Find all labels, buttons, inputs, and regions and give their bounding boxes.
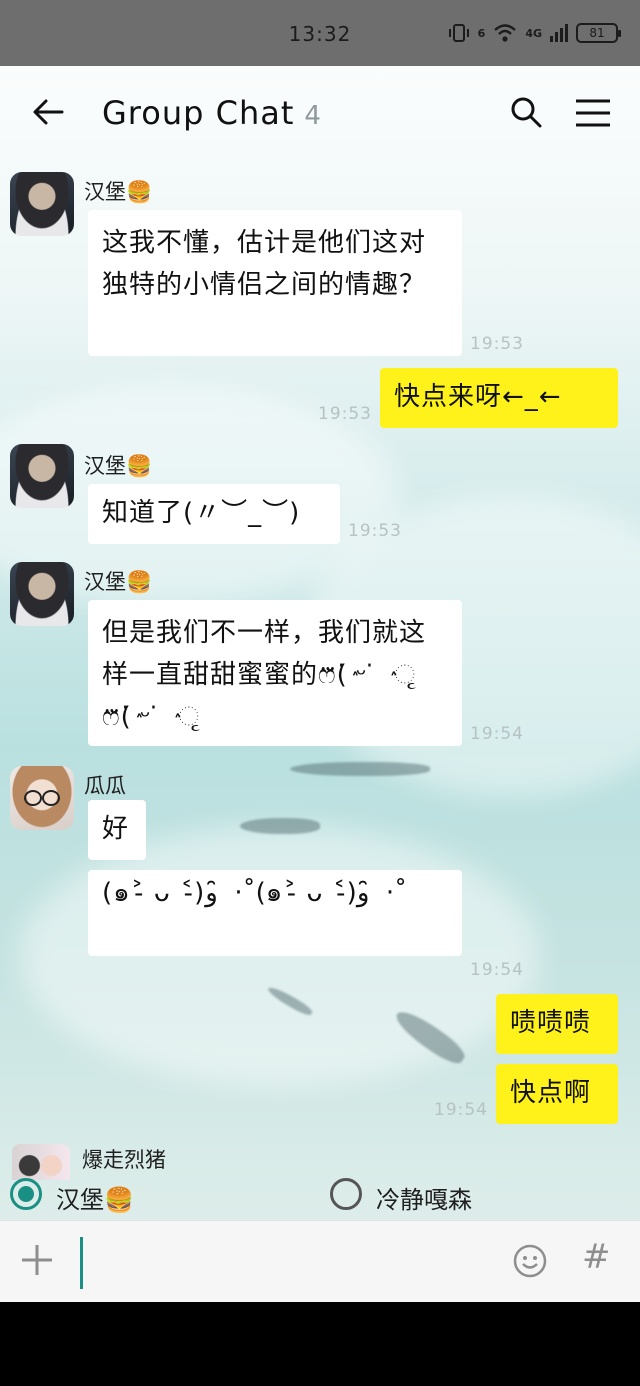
- menu-icon[interactable]: [574, 98, 612, 128]
- chat-header: Group Chat 4: [0, 66, 640, 162]
- message-time: 19:54: [470, 724, 524, 744]
- sender-name: 瓜瓜: [84, 774, 126, 798]
- radio-option-hanbao[interactable]: [10, 1178, 42, 1210]
- back-arrow-icon[interactable]: [30, 94, 66, 130]
- member-count: 4: [304, 101, 322, 131]
- emoji-icon[interactable]: [512, 1243, 548, 1279]
- radio-label[interactable]: 冷静嘎森: [376, 1180, 472, 1215]
- message-time: 19:53: [318, 404, 372, 424]
- typing-name: 爆走烈猪: [82, 1148, 166, 1172]
- network-label: 4G: [525, 26, 542, 40]
- radio-option-lengjing[interactable]: [330, 1178, 362, 1210]
- radio-label[interactable]: 汉堡🍔: [56, 1180, 134, 1215]
- message-bubble[interactable]: 快点来呀←_←: [380, 368, 618, 428]
- message-bubble[interactable]: 快点啊: [496, 1064, 618, 1124]
- message-bubble[interactable]: 啧啧啧: [496, 994, 618, 1054]
- sender-name: 汉堡🍔: [84, 570, 153, 594]
- status-bar: 13:32 6 4G 81: [0, 0, 640, 66]
- avatar[interactable]: [10, 562, 74, 626]
- system-navigation-area: [0, 1302, 640, 1386]
- background-wave: [20, 826, 540, 1086]
- hashtag-button[interactable]: #: [582, 1237, 611, 1277]
- background-fish: [240, 818, 320, 834]
- status-icons: 6 4G 81: [448, 22, 621, 44]
- avatar[interactable]: [10, 766, 74, 830]
- signal-icon: [550, 24, 568, 42]
- text-cursor: [80, 1237, 83, 1289]
- plus-icon[interactable]: [20, 1243, 54, 1277]
- group-name: Group Chat: [102, 94, 295, 132]
- sender-name: 汉堡🍔: [84, 454, 153, 478]
- message-time: 19:53: [470, 334, 524, 354]
- glasses-icon: [24, 790, 60, 806]
- message-bubble[interactable]: 这我不懂，估计是他们这对独特的小情侣之间的情趣？: [88, 210, 462, 356]
- vibrate-icon: [448, 24, 469, 42]
- sender-name: 汉堡🍔: [84, 180, 153, 204]
- background-fish: [290, 762, 430, 776]
- wifi-icon: [494, 24, 517, 42]
- message-input-bar: #: [0, 1220, 640, 1302]
- avatar[interactable]: [10, 444, 74, 508]
- chat-screen: Group Chat 4 汉堡🍔 这我不懂，估计是他们这对独特的小情侣之间的情趣？…: [0, 66, 640, 1302]
- battery-icon: 81: [576, 23, 621, 43]
- message-time: 19:54: [434, 1100, 488, 1120]
- message-bubble[interactable]: 好: [88, 800, 146, 860]
- message-time: 19:54: [470, 960, 524, 980]
- avatar[interactable]: [10, 172, 74, 236]
- message-time: 19:53: [348, 521, 402, 541]
- wifi-label: 6: [477, 26, 486, 40]
- battery-level: 81: [589, 26, 605, 40]
- message-bubble[interactable]: (๑˃̵ ᴗ ˂̵)و ̑̑ ·˚(๑˃̵ ᴗ ˂̵)و ̑̑ ·˚: [88, 870, 462, 956]
- chat-title: Group Chat 4: [102, 94, 322, 132]
- message-bubble[interactable]: 但是我们不一样，我们就这样一直甜甜蜜蜜的ෆ⃛(ٛ ̇ᵕ ̇ ٛ ૃ ෆ⃛(ٛ ̇…: [88, 600, 462, 746]
- reply-target-selector: 汉堡🍔 冷静嘎森: [0, 1172, 640, 1220]
- search-icon[interactable]: [508, 94, 544, 130]
- message-bubble[interactable]: 知道了(〃︶_︶): [88, 484, 340, 544]
- message-input[interactable]: [86, 1237, 486, 1289]
